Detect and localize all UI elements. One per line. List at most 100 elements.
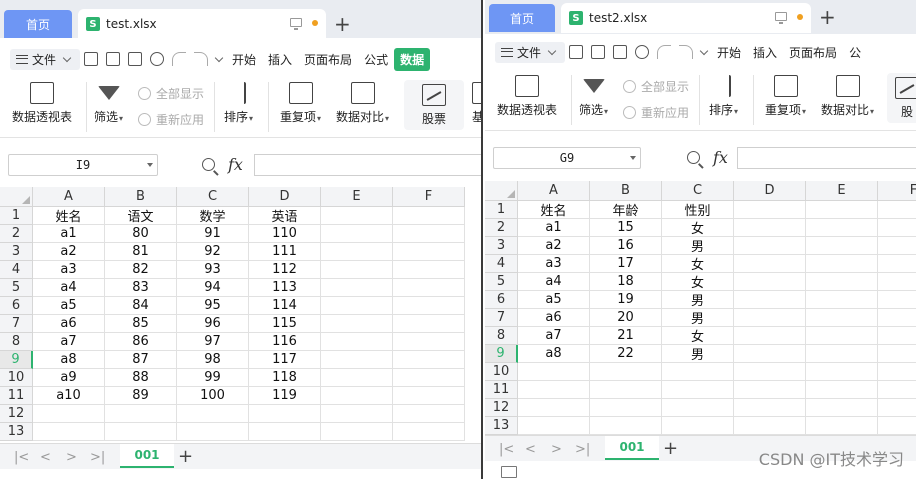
- cell-a7[interactable]: a6: [33, 315, 105, 333]
- cell-a2[interactable]: a1: [33, 225, 105, 243]
- next-sheet-icon[interactable]: >: [66, 450, 77, 465]
- menu-start[interactable]: 开始: [711, 44, 747, 61]
- cell-f9[interactable]: [878, 345, 916, 363]
- filter-button[interactable]: 筛选▾: [579, 75, 608, 118]
- preview-icon[interactable]: [635, 45, 650, 59]
- cell-a6[interactable]: a5: [518, 291, 590, 309]
- zoom-icon[interactable]: [202, 158, 215, 171]
- cell-c10[interactable]: [662, 363, 734, 381]
- row-header-11[interactable]: 11: [485, 381, 518, 399]
- cell-b5[interactable]: 83: [105, 279, 177, 297]
- cell-d8[interactable]: [734, 327, 806, 345]
- cell-a8[interactable]: a7: [33, 333, 105, 351]
- cell-e9[interactable]: [806, 345, 878, 363]
- cell-a1[interactable]: 姓名: [33, 207, 105, 225]
- cell-d3[interactable]: 111: [249, 243, 321, 261]
- cell-e3[interactable]: [806, 237, 878, 255]
- cell-c5[interactable]: 94: [177, 279, 249, 297]
- cell-c13[interactable]: [177, 423, 249, 441]
- undo-icon[interactable]: [172, 52, 187, 66]
- cell-b7[interactable]: 20: [590, 309, 662, 327]
- cell-e8[interactable]: [321, 333, 393, 351]
- row-header-1[interactable]: 1: [0, 207, 33, 225]
- cell-b1[interactable]: 语文: [105, 207, 177, 225]
- first-sheet-icon[interactable]: |<: [14, 450, 29, 465]
- export-icon[interactable]: [591, 45, 606, 59]
- cell-a4[interactable]: a3: [33, 261, 105, 279]
- cell-a1[interactable]: 姓名: [518, 201, 590, 219]
- cell-c11[interactable]: 100: [177, 387, 249, 405]
- row-header-6[interactable]: 6: [0, 297, 33, 315]
- save-icon[interactable]: [569, 45, 584, 59]
- monitor-icon[interactable]: [775, 12, 787, 24]
- column-header-f[interactable]: F: [393, 187, 465, 207]
- row-header-9[interactable]: 9: [485, 345, 518, 363]
- cell-d2[interactable]: 110: [249, 225, 321, 243]
- cell-c12[interactable]: [662, 399, 734, 417]
- cell-e7[interactable]: [321, 315, 393, 333]
- undo-icon[interactable]: [657, 45, 672, 59]
- reapply-button[interactable]: 重新应用: [138, 111, 204, 128]
- show-all-button[interactable]: 全部显示: [623, 78, 689, 95]
- more-chevron-icon[interactable]: [699, 46, 709, 55]
- pivot-table-button[interactable]: 数据透视表: [497, 75, 557, 118]
- row-header-1[interactable]: 1: [485, 201, 518, 219]
- cell-a7[interactable]: a6: [518, 309, 590, 327]
- cell-b4[interactable]: 17: [590, 255, 662, 273]
- cell-f8[interactable]: [878, 327, 916, 345]
- cell-d9[interactable]: [734, 345, 806, 363]
- cell-f6[interactable]: [878, 291, 916, 309]
- redo-icon[interactable]: [679, 45, 694, 59]
- column-header-e[interactable]: E: [806, 181, 878, 201]
- cell-b6[interactable]: 19: [590, 291, 662, 309]
- cell-f4[interactable]: [393, 261, 465, 279]
- formula-input[interactable]: [254, 154, 481, 176]
- cell-b9[interactable]: 87: [105, 351, 177, 369]
- cell-d4[interactable]: 112: [249, 261, 321, 279]
- cell-a9[interactable]: a8: [518, 345, 590, 363]
- cell-e13[interactable]: [806, 417, 878, 435]
- row-header-7[interactable]: 7: [485, 309, 518, 327]
- cell-d8[interactable]: 116: [249, 333, 321, 351]
- cell-f5[interactable]: [878, 273, 916, 291]
- cell-f12[interactable]: [393, 405, 465, 423]
- cell-e4[interactable]: [806, 255, 878, 273]
- cell-f12[interactable]: [878, 399, 916, 417]
- cell-f10[interactable]: [878, 363, 916, 381]
- status-bar-icon[interactable]: [501, 466, 517, 478]
- cell-c5[interactable]: 女: [662, 273, 734, 291]
- export-icon[interactable]: [106, 52, 121, 66]
- cell-c1[interactable]: 性别: [662, 201, 734, 219]
- cell-b10[interactable]: 88: [105, 369, 177, 387]
- zoom-icon[interactable]: [687, 151, 700, 164]
- row-header-5[interactable]: 5: [0, 279, 33, 297]
- menu-insert[interactable]: 插入: [262, 51, 298, 68]
- row-header-12[interactable]: 12: [485, 399, 518, 417]
- redo-icon[interactable]: [194, 52, 209, 66]
- cell-b8[interactable]: 86: [105, 333, 177, 351]
- home-tab[interactable]: 首页: [4, 10, 72, 38]
- cell-d12[interactable]: [734, 399, 806, 417]
- cell-f9[interactable]: [393, 351, 465, 369]
- formula-input[interactable]: [737, 147, 916, 169]
- cell-a3[interactable]: a2: [33, 243, 105, 261]
- cell-c3[interactable]: 男: [662, 237, 734, 255]
- partial-button[interactable]: 基: [472, 82, 481, 125]
- cell-a12[interactable]: [518, 399, 590, 417]
- cell-e5[interactable]: [806, 273, 878, 291]
- cell-c8[interactable]: 女: [662, 327, 734, 345]
- cell-c7[interactable]: 96: [177, 315, 249, 333]
- row-header-2[interactable]: 2: [0, 225, 33, 243]
- save-icon[interactable]: [84, 52, 99, 66]
- first-sheet-icon[interactable]: |<: [499, 442, 514, 457]
- row-header-4[interactable]: 4: [0, 261, 33, 279]
- cell-d9[interactable]: 117: [249, 351, 321, 369]
- column-header-c[interactable]: C: [177, 187, 249, 207]
- column-header-c[interactable]: C: [662, 181, 734, 201]
- menu-start[interactable]: 开始: [226, 51, 262, 68]
- cell-b4[interactable]: 82: [105, 261, 177, 279]
- home-tab[interactable]: 首页: [489, 4, 555, 32]
- compare-button[interactable]: 数据对比▾: [336, 82, 389, 125]
- cell-d5[interactable]: [734, 273, 806, 291]
- menu-page-layout[interactable]: 页面布局: [298, 51, 358, 68]
